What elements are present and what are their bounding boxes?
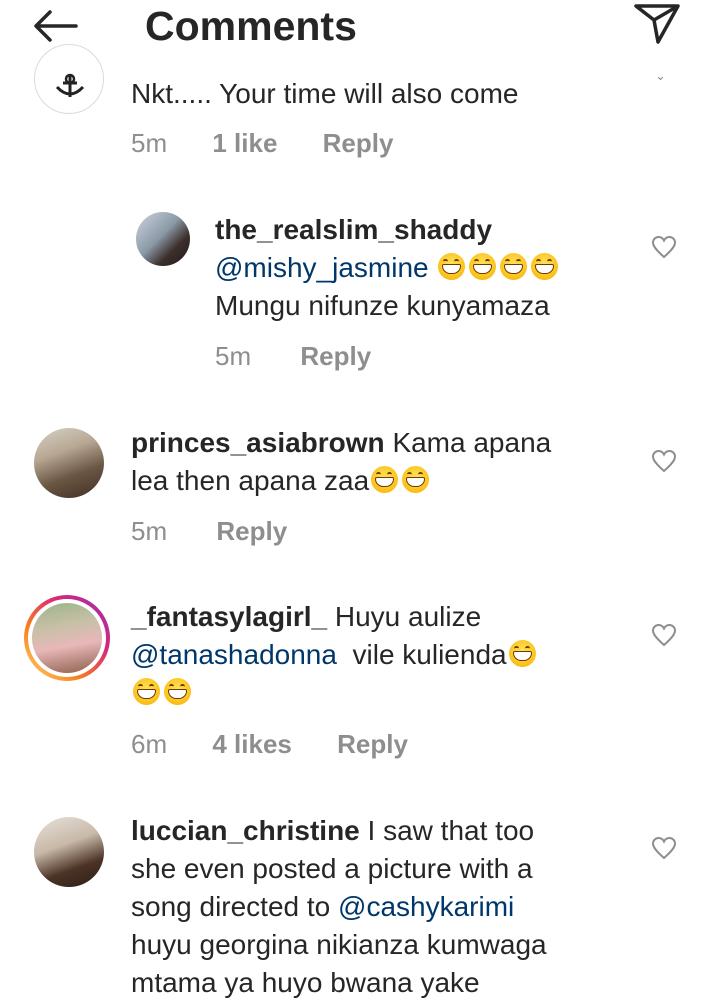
reply-button[interactable]: Reply bbox=[300, 341, 371, 371]
grinning-emoji-icon bbox=[438, 253, 466, 280]
username[interactable]: princes_asiabrown bbox=[131, 427, 385, 458]
logo-emblem-icon bbox=[55, 73, 85, 97]
mention-link[interactable]: @cashykarimi bbox=[338, 891, 514, 922]
avatar[interactable] bbox=[136, 212, 190, 266]
comment-body-line4: huyu georgina nikianza kumwaga bbox=[131, 929, 547, 960]
username[interactable]: _fantasylagirl_ bbox=[131, 601, 327, 632]
likes-count[interactable]: 4 likes bbox=[212, 729, 292, 759]
grinning-emoji-icon bbox=[531, 253, 559, 280]
page-title: Comments bbox=[145, 3, 357, 49]
grinning-emoji-icon bbox=[164, 678, 191, 705]
reply-button[interactable]: Reply bbox=[323, 128, 394, 158]
heart-icon[interactable] bbox=[651, 836, 677, 860]
comment-time: 5m bbox=[215, 341, 252, 371]
comment-text: Nkt..... Your time will also come bbox=[131, 78, 519, 109]
avatar-story-ring[interactable] bbox=[24, 595, 110, 681]
avatar[interactable] bbox=[34, 428, 104, 498]
comment-body-line5: mtama ya huyo bwana yake bbox=[131, 967, 480, 998]
reply-button[interactable]: Reply bbox=[337, 729, 408, 759]
comment-text: luccian_christine I saw that too she eve… bbox=[131, 812, 651, 1002]
back-arrow-icon bbox=[34, 10, 78, 42]
avatar bbox=[32, 603, 102, 673]
emoji-group bbox=[436, 252, 560, 283]
heart-icon[interactable] bbox=[651, 623, 677, 647]
header-bar: Comments bbox=[0, 0, 720, 56]
grinning-emoji-icon bbox=[133, 678, 160, 705]
chevron-down-icon: ⌄ bbox=[655, 68, 666, 83]
back-button[interactable] bbox=[30, 4, 82, 48]
comment-text: _fantasylagirl_ Huyu aulize @tanashadonn… bbox=[131, 598, 651, 712]
heart-icon[interactable] bbox=[651, 449, 677, 473]
mention-link[interactable]: @tanashadonna bbox=[131, 639, 337, 670]
comment-time: 6m bbox=[131, 729, 168, 759]
comment-body-continued: vile kulienda bbox=[352, 639, 507, 670]
grinning-emoji-icon bbox=[402, 466, 430, 493]
send-button[interactable] bbox=[632, 2, 682, 46]
comment-meta: 5m 1 like Reply bbox=[131, 128, 393, 158]
comment-meta: 5m Reply bbox=[215, 341, 371, 371]
comment-body-line2: she even posted a picture with a bbox=[131, 853, 533, 884]
comment-body-continued: lea then apana zaa bbox=[131, 465, 370, 496]
heart-icon[interactable] bbox=[651, 235, 677, 259]
comment-body: Kama apana bbox=[392, 427, 552, 458]
comment-body: Huyu aulize bbox=[334, 601, 482, 632]
comment-meta: 5m Reply bbox=[131, 516, 287, 546]
username[interactable]: luccian_christine bbox=[131, 815, 360, 846]
grinning-emoji-icon bbox=[469, 253, 497, 280]
comment-text: the_realslim_shaddy @mishy_jasmine Mungu… bbox=[215, 211, 645, 325]
mention-link[interactable]: @mishy_jasmine bbox=[215, 252, 429, 283]
grinning-emoji-icon bbox=[508, 640, 536, 667]
grinning-emoji-icon bbox=[371, 466, 399, 493]
comment-time: 5m bbox=[131, 128, 168, 158]
avatar[interactable] bbox=[34, 817, 104, 887]
grinning-emoji-icon bbox=[500, 253, 528, 280]
emoji-group bbox=[131, 677, 193, 708]
avatar[interactable] bbox=[34, 44, 104, 114]
comment-body-line3: song directed to bbox=[131, 891, 331, 922]
comment-body: Mungu nifunze kunyamaza bbox=[215, 290, 550, 321]
username[interactable]: the_realslim_shaddy bbox=[215, 214, 492, 245]
direct-send-icon bbox=[634, 4, 680, 44]
likes-count[interactable]: 1 like bbox=[212, 128, 277, 158]
comment-body: I saw that too bbox=[367, 815, 535, 846]
comment-meta: 6m 4 likes Reply bbox=[131, 729, 408, 759]
comment-text: princes_asiabrown Kama apana lea then ap… bbox=[131, 424, 651, 500]
reply-button[interactable]: Reply bbox=[216, 516, 287, 546]
comment-time: 5m bbox=[131, 516, 168, 546]
emoji-group bbox=[369, 465, 431, 496]
